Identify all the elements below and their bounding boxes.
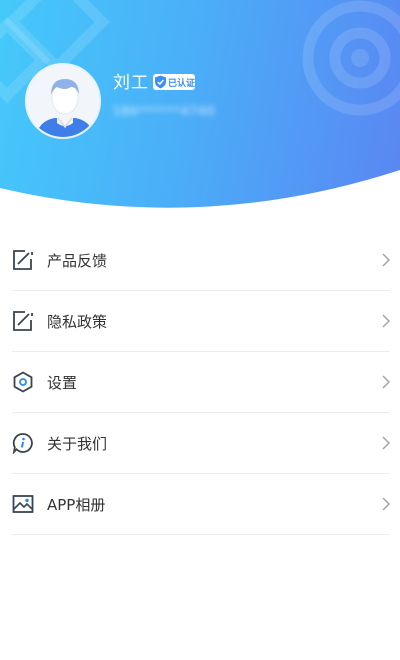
image-icon [12, 495, 34, 513]
menu-label: 设置 [47, 373, 78, 392]
chevron-right-icon [382, 436, 390, 450]
menu-item-about[interactable]: 关于我们 [12, 413, 390, 474]
menu-item-privacy[interactable]: 隐私政策 [12, 291, 390, 352]
menu-label: 关于我们 [47, 434, 108, 453]
chevron-right-icon [382, 314, 390, 328]
user-phone: 186******4740 [113, 104, 216, 118]
chevron-right-icon [382, 253, 390, 267]
info-chat-icon [12, 433, 33, 454]
menu-label: 产品反馈 [47, 251, 108, 270]
verified-badge: 已认证 [153, 74, 195, 90]
menu-item-album[interactable]: APP相册 [12, 474, 390, 535]
verified-label: 已认证 [167, 78, 195, 89]
menu-label: APP相册 [47, 495, 106, 514]
menu-label: 隐私政策 [47, 312, 108, 331]
avatar[interactable] [25, 63, 101, 139]
header-curve [0, 170, 400, 215]
profile-header: 刘工 已认证 186******4740 [0, 0, 400, 215]
menu-list: 产品反馈 隐私政策 设置 关于我们 APP相册 [12, 230, 390, 535]
menu-item-settings[interactable]: 设置 [12, 352, 390, 413]
menu-item-feedback[interactable]: 产品反馈 [12, 230, 390, 291]
chevron-right-icon [382, 375, 390, 389]
user-name: 刘工 [113, 73, 149, 93]
edit-note-icon [13, 250, 33, 270]
hexagon-settings-icon [13, 371, 33, 393]
edit-note-icon [13, 311, 33, 331]
chevron-right-icon [382, 497, 390, 511]
shield-check-icon [154, 75, 166, 89]
